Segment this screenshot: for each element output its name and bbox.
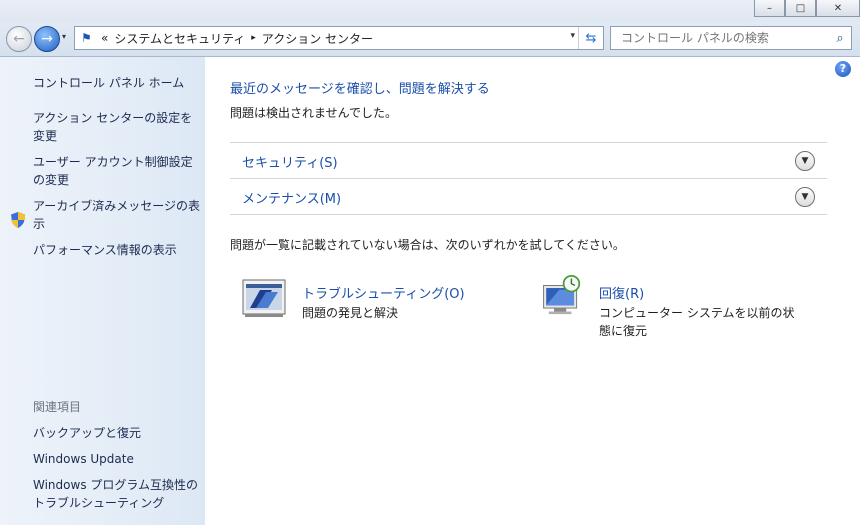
chevron-down-icon: ▼ xyxy=(801,192,809,202)
troubleshooting-link[interactable]: トラブルシューティング(O) xyxy=(302,283,465,302)
try-alternatives-text: 問題が一覧に記載されていない場合は、次のいずれかを試してください。 xyxy=(230,238,625,252)
action-center-flag-icon: ⚑ xyxy=(81,31,92,45)
maintenance-expand-button[interactable]: ▼ xyxy=(795,187,815,207)
search-input[interactable] xyxy=(619,30,829,46)
back-button[interactable]: ← xyxy=(6,26,32,52)
refresh-button[interactable]: ⇆ xyxy=(578,27,603,49)
change-uac-settings-link[interactable]: ユーザー アカウント制御設定の変更 xyxy=(33,153,201,189)
address-bar[interactable]: ⚑ « システムとセキュリティ ▸ アクション センター ▾ ⇆ xyxy=(74,26,604,50)
status-message: 問題は検出されませんでした。 xyxy=(230,106,398,120)
forward-arrow-icon: → xyxy=(41,31,53,47)
maintenance-section[interactable]: メンテナンス(M) ▼ xyxy=(230,178,827,215)
maintenance-section-label[interactable]: メンテナンス(M) xyxy=(242,188,341,207)
backup-restore-link[interactable]: バックアップと復元 xyxy=(33,424,201,442)
help-button[interactable]: ? xyxy=(835,61,851,77)
view-performance-info-link[interactable]: パフォーマンス情報の表示 xyxy=(33,241,201,259)
minimize-button[interactable]: – xyxy=(754,0,785,17)
related-items-heading: 関連項目 xyxy=(33,400,82,414)
close-button[interactable]: ✕ xyxy=(816,0,860,17)
program-compatibility-troubleshooting-link[interactable]: Windows プログラム互換性のトラブルシューティング xyxy=(33,476,201,512)
security-section[interactable]: セキュリティ(S) ▼ xyxy=(230,142,827,178)
refresh-icon: ⇆ xyxy=(585,30,597,46)
recovery-icon xyxy=(543,275,581,315)
page-title: 最近のメッセージを確認し、問題を解決する xyxy=(230,82,490,97)
windows-update-link[interactable]: Windows Update xyxy=(33,450,201,468)
left-task-pane: コントロール パネル ホーム アクション センターの設定を変更 ユーザー アカウ… xyxy=(0,57,205,525)
change-action-center-settings-link[interactable]: アクション センターの設定を変更 xyxy=(33,109,201,145)
navigation-bar: ← → ▾ ⚑ « システムとセキュリティ ▸ アクション センター ▾ ⇆ ⌕ xyxy=(0,22,860,57)
breadcrumb-separator-icon[interactable]: ▸ xyxy=(251,33,256,43)
search-box[interactable]: ⌕ xyxy=(610,26,852,50)
window-controls: – □ ✕ xyxy=(754,0,860,17)
chevron-down-icon: ▼ xyxy=(801,156,809,166)
breadcrumb-system-security[interactable]: システムとセキュリティ xyxy=(114,30,245,47)
maximize-button[interactable]: □ xyxy=(785,0,816,17)
troubleshooting-description: 問題の発見と解決 xyxy=(302,306,399,320)
view-archived-messages-link[interactable]: アーカイブ済みメッセージの表示 xyxy=(33,197,201,233)
forward-button[interactable]: → xyxy=(34,26,60,52)
control-panel-home-link[interactable]: コントロール パネル ホーム xyxy=(33,74,201,92)
search-icon[interactable]: ⌕ xyxy=(829,31,851,46)
security-expand-button[interactable]: ▼ xyxy=(795,151,815,171)
title-bar: – □ ✕ xyxy=(0,0,860,22)
recent-pages-button[interactable]: ▾ xyxy=(62,32,66,41)
security-section-label[interactable]: セキュリティ(S) xyxy=(242,152,338,171)
back-arrow-icon: ← xyxy=(13,31,25,47)
breadcrumb-overflow[interactable]: « xyxy=(101,31,108,45)
main-content: ? 最近のメッセージを確認し、問題を解決する 問題は検出されませんでした。 セキ… xyxy=(205,57,860,525)
recovery-link[interactable]: 回復(R) xyxy=(599,283,644,302)
recovery-description: コンピューター システムを以前の状態に復元 xyxy=(599,306,795,338)
uac-shield-icon xyxy=(11,212,25,228)
breadcrumb-action-center[interactable]: アクション センター xyxy=(262,30,373,47)
address-dropdown-button[interactable]: ▾ xyxy=(570,31,575,41)
troubleshooting-icon xyxy=(242,279,286,317)
